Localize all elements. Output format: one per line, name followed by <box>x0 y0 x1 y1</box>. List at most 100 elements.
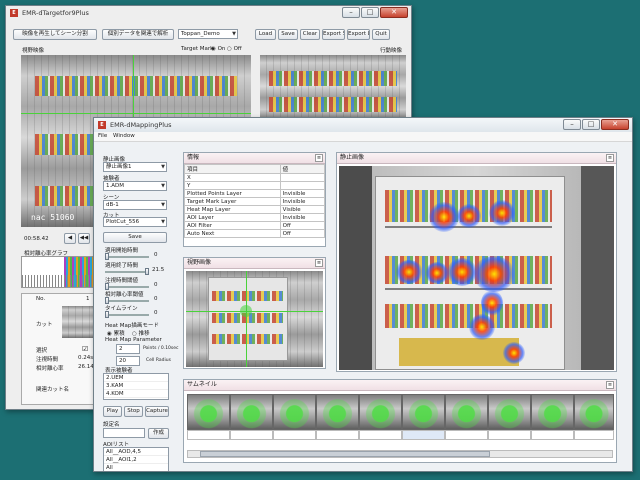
heat-spot <box>489 200 515 226</box>
minimize-icon[interactable]: – <box>342 7 360 18</box>
left-view-label: 視野映像 <box>22 48 45 54</box>
subject-list[interactable]: 2.UEM 3.KAM 4.KOM <box>103 373 169 400</box>
list-item[interactable]: All__AOI1,2 <box>104 456 168 464</box>
thumbnail-caption[interactable] <box>359 430 402 440</box>
subject-select[interactable]: 1.ADM ▼ <box>103 181 167 191</box>
radio-transition[interactable]: ○ 推移 <box>132 329 150 337</box>
heat-spot <box>503 342 525 364</box>
thumbnail-caption[interactable] <box>187 430 230 440</box>
list-item[interactable]: 3.KAM <box>104 382 168 390</box>
still-image[interactable] <box>339 166 614 370</box>
thumbnail[interactable] <box>402 394 445 430</box>
save-button[interactable]: Save <box>103 232 167 243</box>
thumbnail[interactable] <box>531 394 574 430</box>
p3-slider-thumb[interactable] <box>105 283 109 290</box>
create-button[interactable]: 作成 <box>148 428 169 439</box>
stop-button[interactable]: Stop <box>124 406 143 417</box>
heatmap-params-label: Heat Map Parameter <box>105 337 162 343</box>
thumbnail-caption[interactable] <box>316 430 359 440</box>
radio-cumulative[interactable]: ◉ 累積 <box>107 329 125 337</box>
load-button[interactable]: Load <box>255 29 276 40</box>
thumbnail[interactable] <box>230 394 273 430</box>
table-row: Auto Next Off <box>184 229 325 238</box>
thumbnail-caption[interactable] <box>574 430 614 440</box>
thumbnail[interactable] <box>316 394 359 430</box>
thumbnail-caption[interactable] <box>273 430 316 440</box>
info-cell: Plotted Points Layer <box>184 189 281 198</box>
clear-button[interactable]: Clear <box>300 29 320 40</box>
maximize-icon[interactable]: □ <box>361 7 379 18</box>
panel-menu-icon[interactable]: ≡ <box>315 259 323 267</box>
p2-slider-thumb[interactable] <box>145 268 149 275</box>
table-row: AOI Filter Off <box>184 221 325 230</box>
p3-value: 0 <box>154 282 158 288</box>
right-view-video[interactable] <box>260 55 406 120</box>
right-shelf-row-1 <box>268 71 398 86</box>
thumbnail[interactable] <box>187 394 230 430</box>
scrollbar-thumb[interactable] <box>200 451 490 457</box>
thumbnail-caption[interactable] <box>230 430 273 440</box>
thumbnail[interactable] <box>359 394 402 430</box>
thumbnail-caption[interactable] <box>531 430 574 440</box>
radio-on[interactable]: ◉ On <box>211 46 225 52</box>
panel-menu-icon[interactable]: ≡ <box>606 381 614 389</box>
thumbnail[interactable] <box>488 394 531 430</box>
heatmap-mode-label: Heat Map描画モード <box>105 323 159 329</box>
list-item[interactable]: All <box>104 464 168 471</box>
list-item[interactable]: 4.KOM <box>104 390 168 398</box>
menu-file[interactable]: File <box>98 133 107 139</box>
info-cell: Target Mark Layer <box>184 197 281 206</box>
p5-slider[interactable] <box>105 314 149 316</box>
thumbnail-caption[interactable] <box>488 430 531 440</box>
p2-slider[interactable] <box>105 271 149 273</box>
list-item[interactable]: 2.UEM <box>104 374 168 382</box>
individual-analysis-button[interactable]: 個別データを関連で解析 <box>102 29 174 40</box>
hm-value1-input[interactable]: 2 <box>116 344 140 354</box>
p1-slider-thumb[interactable] <box>105 253 109 260</box>
export-l-button[interactable]: Export L <box>347 29 370 40</box>
panel-menu-icon[interactable]: ≡ <box>606 154 614 162</box>
menu-bar: File Window <box>94 132 632 142</box>
minimize-icon[interactable]: – <box>563 119 581 130</box>
p3-slider[interactable] <box>105 286 149 288</box>
p5-value: 0 <box>154 310 158 316</box>
thumbnail-caption[interactable] <box>402 430 445 440</box>
close-icon[interactable]: ✕ <box>380 7 408 18</box>
still-select[interactable]: 静止画像1 ▼ <box>103 162 167 172</box>
cut-select[interactable]: PlotCut_556 ▼ <box>103 217 167 227</box>
project-select[interactable]: Toppan_Demo ▼ <box>178 29 238 39</box>
p4-slider-thumb[interactable] <box>105 297 109 304</box>
hm-value2-input[interactable]: 20 <box>116 356 140 366</box>
list-item[interactable]: All__AOD,4,5 <box>104 448 168 456</box>
p1-slider[interactable] <box>105 256 149 258</box>
close-icon[interactable]: ✕ <box>601 119 629 130</box>
subject-select-value: 1.ADM <box>106 183 124 189</box>
quit-button[interactable]: Quit <box>372 29 390 40</box>
play-button[interactable]: Play <box>103 406 122 417</box>
info-cell: Off <box>279 221 325 230</box>
scene-select[interactable]: dB-1 ▼ <box>103 200 167 210</box>
export-s-button[interactable]: Export S <box>322 29 345 40</box>
thumbnail-scrollbar[interactable] <box>187 450 613 458</box>
menu-window[interactable]: Window <box>113 133 135 139</box>
p5-slider-thumb[interactable] <box>105 311 109 318</box>
view-image-panel-header: 視野画像 ≡ <box>184 258 325 269</box>
aoi-list[interactable]: All__AOD,4,5 All__AOI1,2 All <box>103 447 169 471</box>
save-button[interactable]: Save <box>278 29 298 40</box>
select-checkbox[interactable]: ☑ <box>82 345 88 353</box>
app-icon: E <box>98 121 106 129</box>
thumbnail[interactable] <box>445 394 488 430</box>
panel-menu-icon[interactable]: ≡ <box>315 154 323 162</box>
maximize-icon[interactable]: □ <box>582 119 600 130</box>
thumbnail[interactable] <box>273 394 316 430</box>
step-back-button[interactable]: ◀ <box>64 233 76 244</box>
thumbnail[interactable] <box>574 394 614 430</box>
play-scene-split-button[interactable]: 映像を再生してシーン分割 <box>13 29 97 40</box>
step-back2-button[interactable]: ◀◀ <box>78 233 90 244</box>
radio-off[interactable]: ○ Off <box>227 46 242 52</box>
capture-button[interactable]: Capture <box>145 406 169 417</box>
aoi-name-input[interactable] <box>103 428 145 438</box>
p4-slider[interactable] <box>105 300 149 302</box>
thumbnail-caption[interactable] <box>445 430 488 440</box>
view-image[interactable] <box>186 271 323 367</box>
